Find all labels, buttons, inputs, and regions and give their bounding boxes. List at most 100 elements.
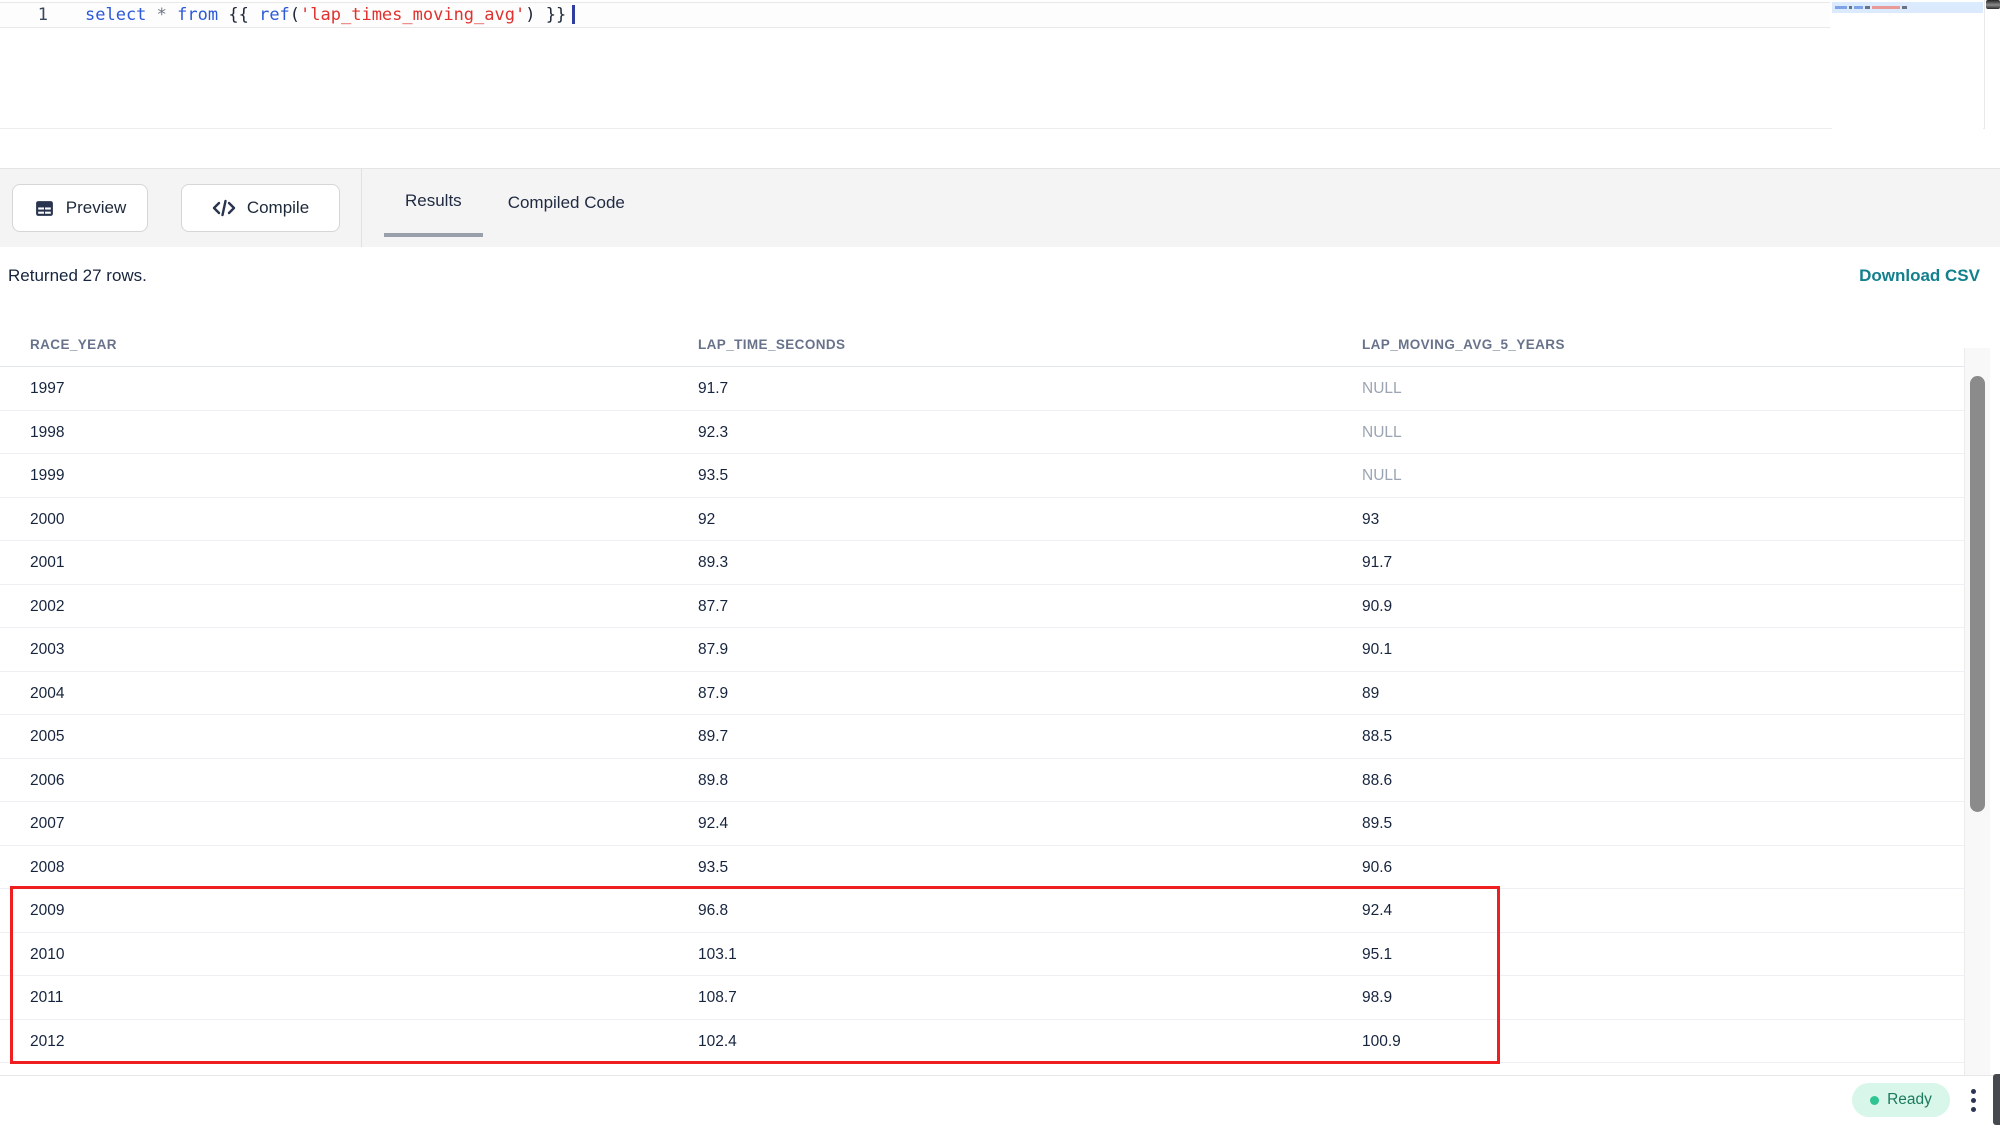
code-editor[interactable]: 1 select * from {{ ref('lap_times_moving… xyxy=(0,0,2000,129)
line-number: 1 xyxy=(28,4,48,26)
minimap-segment xyxy=(1902,6,1907,9)
code-token: {{ xyxy=(218,5,259,25)
results-table: RACE_YEARLAP_TIME_SECONDSLAP_MOVING_AVG_… xyxy=(0,322,1964,1063)
compile-button[interactable]: Compile xyxy=(181,184,340,232)
row-count-summary: Returned 27 rows. xyxy=(8,266,147,286)
table-cell: 2008 xyxy=(30,846,64,889)
table-cell: NULL xyxy=(1362,367,1402,410)
tab-compiled-code[interactable]: Compiled Code xyxy=(508,169,625,237)
table-cell: 87.9 xyxy=(698,628,728,671)
table-cell: 87.7 xyxy=(698,585,728,628)
table-cell: 95.1 xyxy=(1362,933,1392,976)
table-row: 2010103.195.1 xyxy=(0,933,1964,977)
table-row: 200189.391.7 xyxy=(0,541,1964,585)
table-cell: 96.8 xyxy=(698,889,728,932)
table-cell: 89.8 xyxy=(698,759,728,802)
code-token: 'lap_times_moving_avg' xyxy=(300,5,525,25)
table-cell: 89.7 xyxy=(698,715,728,758)
minimap-code-line xyxy=(1835,6,1909,9)
table-cell: 93 xyxy=(1362,498,1379,541)
minimap-segment xyxy=(1835,6,1847,9)
table-cell: 2002 xyxy=(30,585,64,628)
table-cell: 2007 xyxy=(30,802,64,845)
status-dot-icon xyxy=(1870,1096,1879,1105)
table-cell: 102.4 xyxy=(698,1020,737,1063)
table-row: 2005 89.7 88.5 xyxy=(0,715,1964,759)
table-cell: 91.7 xyxy=(698,367,728,410)
table-cell: 2012 xyxy=(30,1020,64,1063)
table-cell: 92.4 xyxy=(1362,889,1392,932)
table-row: 2006 89.8 88.6 xyxy=(0,759,1964,803)
code-token: * xyxy=(157,5,167,25)
table-cell: 91.7 xyxy=(1362,541,1392,584)
table-row: 1997 91.7 NULL xyxy=(0,367,1964,411)
results-scrollbar-thumb[interactable] xyxy=(1970,376,1985,812)
table-cell: 2010 xyxy=(30,933,64,976)
minimap-segment xyxy=(1865,6,1870,9)
table-row: 2009 96.8 92.4 xyxy=(0,889,1964,933)
table-grid-icon xyxy=(34,198,55,219)
table-cell: 89 xyxy=(1362,672,1379,715)
table-cell: 2004 xyxy=(30,672,64,715)
text-cursor-icon xyxy=(572,5,575,24)
table-cell: 2006 xyxy=(30,759,64,802)
table-row: 199993.5NULL xyxy=(0,454,1964,498)
column-header: RACE_YEAR xyxy=(30,322,117,367)
table-cell: 98.9 xyxy=(1362,976,1392,1019)
table-cell: 87.9 xyxy=(698,672,728,715)
table-cell: 2009 xyxy=(30,889,64,932)
compile-button-label: Compile xyxy=(247,198,309,218)
table-cell: 1997 xyxy=(30,367,64,410)
table-cell: 100.9 xyxy=(1362,1020,1401,1063)
results-tabs: Results Compiled Code xyxy=(384,169,625,237)
kebab-dot-icon xyxy=(1971,1089,1976,1094)
preview-button[interactable]: Preview xyxy=(12,184,148,232)
minimap-segment xyxy=(1849,6,1852,9)
table-cell: 108.7 xyxy=(698,976,737,1019)
code-token xyxy=(167,5,177,25)
table-cell: 2000 xyxy=(30,498,64,541)
kebab-menu-button[interactable] xyxy=(1962,1083,1984,1117)
results-toolbar: Preview Compile Results Compiled Code xyxy=(0,168,2000,247)
table-cell: 88.5 xyxy=(1362,715,1392,758)
editor-scrollbar[interactable] xyxy=(1984,0,2000,129)
preview-button-label: Preview xyxy=(66,198,126,218)
table-cell: 90.6 xyxy=(1362,846,1392,889)
table-cell: 2005 xyxy=(30,715,64,758)
editor-scrollbar-thumb[interactable] xyxy=(1986,0,2000,9)
kebab-dot-icon xyxy=(1971,1098,1976,1103)
table-cell: 89.3 xyxy=(698,541,728,584)
table-cell: 93.5 xyxy=(698,846,728,889)
table-row: 199892.3NULL xyxy=(0,411,1964,455)
minimap-segment xyxy=(1854,6,1863,9)
table-row: 2011 108.7 98.9 xyxy=(0,976,1964,1020)
table-row: 2008 93.5 90.6 xyxy=(0,846,1964,890)
results-scrollbar[interactable] xyxy=(1964,348,1990,1075)
table-cell: 92.4 xyxy=(698,802,728,845)
toolbar-divider xyxy=(361,169,362,248)
table-cell: 93.5 xyxy=(698,454,728,497)
ready-status-badge[interactable]: Ready xyxy=(1852,1083,1950,1117)
table-row: 2002 87.7 90.9 xyxy=(0,585,1964,629)
code-token: }} xyxy=(535,5,566,25)
table-header-row: RACE_YEARLAP_TIME_SECONDSLAP_MOVING_AVG_… xyxy=(0,322,1964,367)
code-token xyxy=(146,5,156,25)
download-csv-link[interactable]: Download CSV xyxy=(1859,266,1980,286)
table-cell: 92 xyxy=(698,498,715,541)
table-cell: 90.9 xyxy=(1362,585,1392,628)
code-token: ( xyxy=(290,5,300,25)
table-cell: 89.5 xyxy=(1362,802,1392,845)
minimap-segment xyxy=(1872,6,1900,9)
code-line-content[interactable]: select * from {{ ref('lap_times_moving_a… xyxy=(85,4,575,26)
table-cell: 2011 xyxy=(30,976,63,1019)
editor-minimap[interactable] xyxy=(1832,0,1983,129)
results-header: Returned 27 rows. Download CSV xyxy=(0,247,2000,322)
table-cell: NULL xyxy=(1362,411,1402,454)
table-cell: 92.3 xyxy=(698,411,728,454)
table-cell: 1999 xyxy=(30,454,64,497)
code-token: from xyxy=(177,5,218,25)
code-icon xyxy=(212,199,236,217)
window-scrollbar-corner[interactable] xyxy=(1993,1074,2000,1125)
tab-results[interactable]: Results xyxy=(384,169,483,237)
table-cell: 88.6 xyxy=(1362,759,1392,802)
